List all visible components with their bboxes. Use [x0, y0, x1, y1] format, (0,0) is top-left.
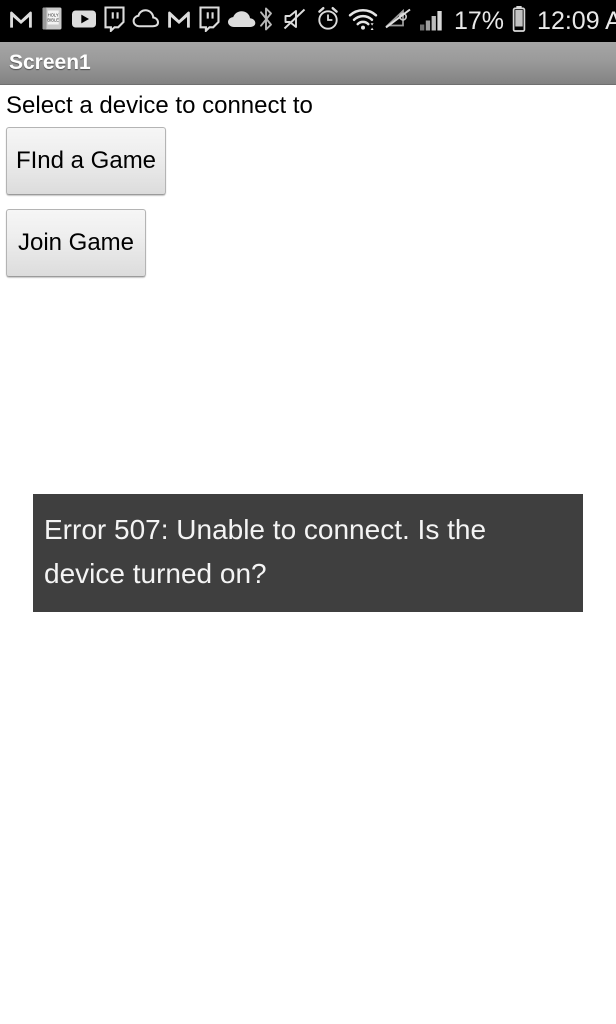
screen-content: Select a device to connect to FInd a Gam… — [0, 86, 616, 1024]
status-bar-clock: 12:09 AM — [537, 7, 616, 35]
status-bar[interactable]: HOLY BIBLE 17% 12:09 A — [0, 0, 616, 42]
battery-icon — [511, 5, 527, 38]
gmail-icon-2 — [166, 6, 192, 37]
cloud-outline-icon — [132, 8, 160, 34]
cloud-filled-icon — [227, 10, 257, 33]
mobile-data-off-icon — [385, 8, 412, 35]
instruction-label: Select a device to connect to — [6, 92, 313, 119]
twitch-icon — [103, 5, 126, 37]
gmail-icon — [8, 6, 34, 37]
error-toast: Error 507: Unable to connect. Is the dev… — [33, 494, 583, 612]
system-icons-group: 17% 12:09 AM — [257, 0, 616, 42]
app-title-bar: Screen1 — [0, 42, 616, 85]
wifi-icon — [348, 6, 378, 37]
volume-mute-icon — [282, 6, 308, 37]
battery-percentage: 17% — [454, 7, 505, 35]
signal-bars-icon — [419, 6, 447, 37]
page-title: Screen1 — [9, 51, 91, 74]
notification-icons-group: HOLY BIBLE — [8, 5, 257, 37]
join-game-button[interactable]: Join Game — [6, 209, 146, 277]
alarm-clock-icon — [315, 5, 341, 37]
error-toast-message: Error 507: Unable to connect. Is the dev… — [44, 514, 487, 589]
youtube-icon — [71, 9, 97, 34]
bluetooth-icon — [257, 5, 275, 38]
find-a-game-button[interactable]: FInd a Game — [6, 127, 166, 195]
holy-bible-icon: HOLY BIBLE — [40, 6, 65, 37]
bible-icon-line-2: BIBLE — [47, 17, 59, 22]
twitch-icon-2 — [198, 5, 221, 37]
